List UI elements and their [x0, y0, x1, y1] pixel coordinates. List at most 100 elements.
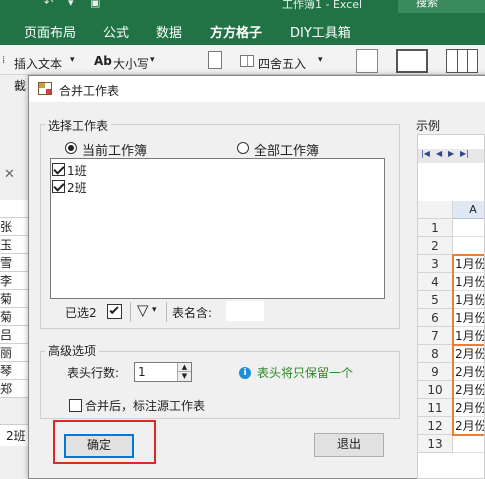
radio-current-workbook[interactable]	[65, 142, 77, 154]
rounding-icon	[240, 55, 254, 67]
row-number: 8	[418, 345, 453, 363]
divider	[130, 302, 131, 322]
dialog-title: 合并工作表	[59, 84, 120, 98]
sheet-list[interactable]: 1班 2班	[50, 158, 385, 299]
sheet-checkbox-2ban[interactable]	[52, 180, 65, 193]
group-highlight-jan	[452, 254, 484, 346]
row-number: 3	[418, 255, 453, 273]
radio-current-label[interactable]: 当前工作簿	[82, 140, 147, 159]
row-number: 4	[418, 273, 453, 291]
selected-count: 已选2	[65, 306, 97, 320]
row-number: 1	[418, 219, 453, 237]
filter-icon[interactable]: ▽	[137, 301, 149, 319]
prev-sheet-icon[interactable]: ◀	[436, 149, 442, 158]
sheet-cell[interactable]: 丽	[0, 344, 28, 362]
table-name-label: 表名含:	[172, 306, 213, 320]
format-icon[interactable]: ⁞	[2, 55, 5, 66]
ribbon: ⁞ 插入文本 ▾ Ab 大小写 ▾ 四舍五入 ▾ 删	[0, 45, 485, 91]
insert-text-button[interactable]: 插入文本	[14, 55, 62, 72]
sheet-cell[interactable]: 玉	[0, 236, 28, 254]
sheet-name-2ban[interactable]: 2班	[67, 179, 87, 196]
first-sheet-icon[interactable]: |◀	[421, 149, 430, 158]
select-all-corner	[418, 201, 453, 219]
preview-label: 示例	[416, 119, 441, 133]
paste-icon[interactable]	[356, 49, 378, 73]
row-number: 13	[418, 435, 453, 453]
sheet-tab-2ban[interactable]: 2班	[0, 424, 28, 446]
chevron-down-icon[interactable]: ▾	[318, 55, 323, 65]
sheet-cell[interactable]: 张	[0, 218, 28, 236]
ok-button[interactable]: 确定	[64, 434, 134, 458]
undo-icon[interactable]: ↶	[44, 0, 53, 9]
tab-diy-toolbox[interactable]: DIY工具箱	[290, 22, 351, 41]
cut-short-label[interactable]: 截	[14, 77, 26, 94]
select-all-checkbox-icon[interactable]	[107, 304, 122, 319]
document-icon[interactable]	[208, 51, 222, 69]
row-number: 7	[418, 327, 453, 345]
select-sheets-label: 选择工作表	[45, 117, 112, 134]
sheet-checkbox-1ban[interactable]	[52, 163, 65, 176]
row-number: 12	[418, 417, 453, 435]
next-sheet-icon[interactable]: ▶	[448, 149, 454, 158]
group-highlight-feb	[452, 344, 484, 436]
chevron-down-icon[interactable]: ▾	[150, 55, 155, 65]
preview-cell	[453, 237, 484, 255]
case-icon: Ab	[94, 54, 112, 68]
row-number: 5	[418, 291, 453, 309]
grid-icon[interactable]	[446, 49, 478, 73]
exit-button[interactable]: 退出	[314, 433, 384, 457]
row-number: 9	[418, 363, 453, 381]
sheet-cell[interactable]: 吕	[0, 326, 28, 344]
mark-source-label[interactable]: 合并后，标注源工作表	[85, 397, 205, 414]
sheet-cell[interactable]	[0, 200, 28, 218]
background-sheet-strip: 截 ✕ 张 玉 雪 李 菊 菊 吕 丽 琴 郑 2班	[0, 75, 28, 479]
header-rows-label: 表头行数:	[67, 366, 120, 380]
search-label: 搜索	[416, 0, 438, 9]
sheet-cell[interactable]: 李	[0, 272, 28, 290]
tab-fangfang-gezi[interactable]: 方方格子	[210, 22, 263, 48]
stepper-up-icon[interactable]: ▲	[177, 363, 191, 372]
row-number: 6	[418, 309, 453, 327]
preview-cell	[453, 219, 484, 237]
table-name-input[interactable]	[226, 301, 264, 321]
sheet-cell[interactable]: 菊	[0, 290, 28, 308]
header-rows-value[interactable]: 1	[138, 365, 146, 379]
tab-formulas[interactable]: 公式	[103, 22, 129, 41]
sheet-nav-bar: |◀ ◀ ▶ ▶|	[418, 149, 484, 163]
preview-sheet: |◀ ◀ ▶ ▶| A 1 2 3 1月份 4 1月份 5 1月份 6 1月份 …	[417, 134, 485, 479]
tab-page-layout[interactable]: 页面布局	[24, 22, 76, 41]
column-header-a: A	[453, 201, 484, 219]
sheet-cell[interactable]: 菊	[0, 308, 28, 326]
stepper-down-icon[interactable]: ▼	[177, 372, 191, 381]
radio-all-label[interactable]: 全部工作簿	[254, 140, 319, 159]
advanced-options-label: 高级选项	[45, 342, 100, 359]
search-box[interactable]: 搜索	[398, 0, 485, 13]
sheet-cell[interactable]: 郑	[0, 380, 28, 398]
table-icon[interactable]	[396, 49, 428, 73]
rounding-button[interactable]: 四舍五入	[258, 55, 306, 72]
row-number: 2	[418, 237, 453, 255]
row-number: 11	[418, 399, 453, 417]
sheet-name-1ban[interactable]: 1班	[67, 162, 87, 179]
last-sheet-icon[interactable]: ▶|	[460, 149, 469, 158]
app-icon	[38, 82, 52, 95]
close-icon[interactable]: ✕	[4, 167, 15, 182]
sheet-cell[interactable]: 琴	[0, 362, 28, 380]
case-button[interactable]: 大小写	[113, 55, 149, 72]
save-icon[interactable]: ▣	[90, 0, 100, 9]
radio-all-workbooks[interactable]	[237, 142, 249, 154]
info-icon: i	[239, 367, 251, 379]
row-number: 10	[418, 381, 453, 399]
dropdown-icon[interactable]: ▾	[68, 0, 74, 9]
tab-data[interactable]: 数据	[156, 22, 182, 41]
sheet-cell[interactable]: 雪	[0, 254, 28, 272]
header-rows-stepper[interactable]: 1 ▲ ▼	[134, 362, 192, 382]
dialog-title-bar: 合并工作表	[29, 76, 485, 102]
ribbon-tab-bar: 页面布局 公式 数据 方方格子 DIY工具箱	[0, 14, 485, 48]
mark-source-checkbox[interactable]	[69, 399, 82, 412]
window-title: 工作簿1 - Excel	[282, 0, 363, 11]
chevron-down-icon[interactable]: ▾	[152, 305, 157, 315]
info-text: 表头将只保留一个	[257, 366, 354, 380]
chevron-down-icon[interactable]: ▾	[70, 55, 75, 65]
preview-cell	[453, 435, 484, 453]
